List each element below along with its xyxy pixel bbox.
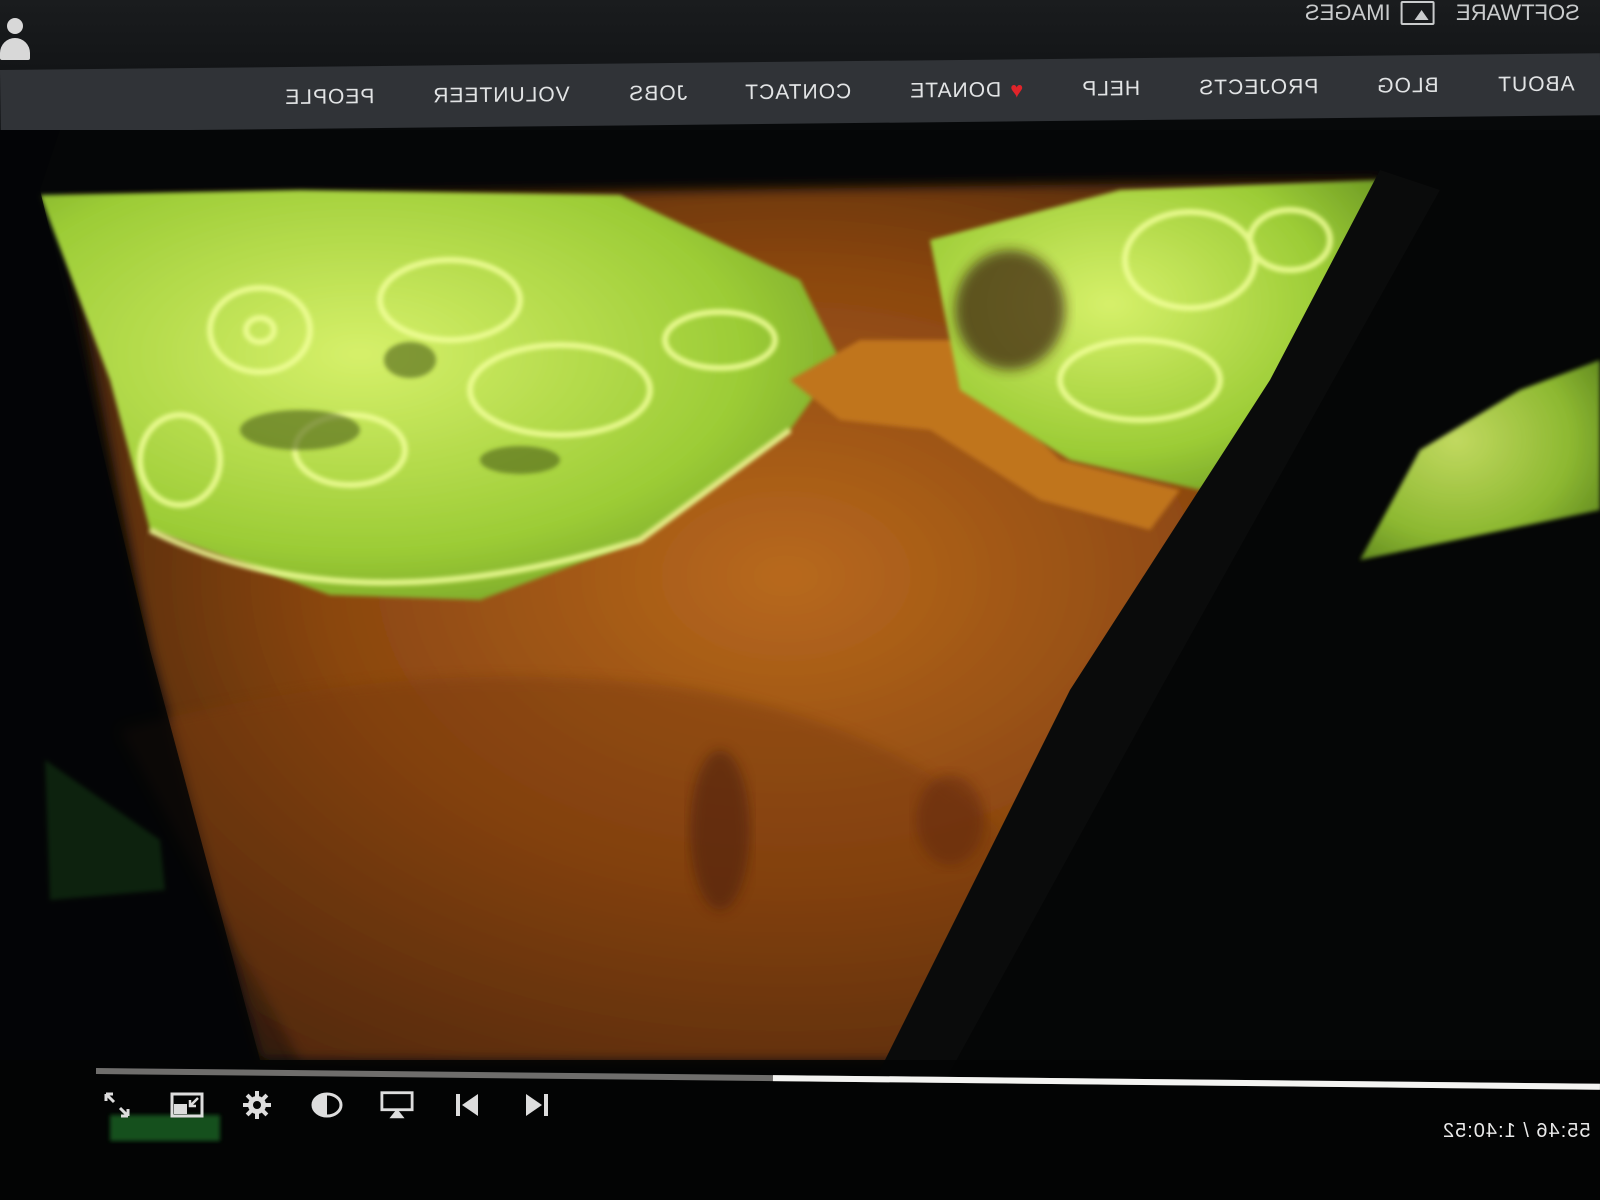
top-links: IMAGES SOFTWARE [1305,0,1580,26]
nav-item-projects[interactable]: PROJECTS [1198,75,1318,100]
main-nav: ABOUT BLOG PROJECTS HELP ♥ DONATE CONTAC… [284,54,1574,130]
airplay-icon[interactable] [380,1088,414,1122]
picture-in-picture-icon[interactable] [170,1088,204,1122]
nav-item-jobs[interactable]: JOBS [628,82,687,107]
top-link-images[interactable]: IMAGES [1305,0,1435,26]
nav-item-label: ABOUT [1496,72,1575,97]
nav-item-label: VOLUNTEER [432,83,571,108]
heart-icon: ♥ [1009,77,1024,103]
previous-icon[interactable] [450,1088,484,1122]
nav-item-label: JOBS [627,81,687,106]
user-icon[interactable] [0,18,30,62]
nav-item-label: DONATE [909,78,1002,103]
nav-item-blog[interactable]: BLOG [1376,74,1439,99]
nav-item-donate[interactable]: ♥ DONATE [910,77,1024,104]
nav-item-label: HELP [1081,77,1141,101]
contrast-icon[interactable] [310,1088,344,1122]
nav-item-contact[interactable]: CONTACT [745,80,852,105]
nav-item-help[interactable]: HELP [1082,77,1141,102]
nav-item-volunteer[interactable]: VOLUNTEER [432,83,570,108]
top-link-software[interactable]: SOFTWARE [1456,0,1580,26]
image-icon [1400,1,1435,25]
nav-item-label: BLOG [1376,73,1440,98]
video-player[interactable]: 55:46 / 1:40:52 [0,130,1600,1200]
time-display: 55:46 / 1:40:52 [1441,1120,1590,1142]
player-controls [100,1088,554,1122]
nav-item-about[interactable]: ABOUT [1497,73,1575,98]
video-frame [0,130,1600,1200]
top-link-software-label: SOFTWARE [1456,0,1580,25]
next-icon[interactable] [520,1088,554,1122]
top-link-images-label: IMAGES [1304,0,1391,25]
nav-item-people[interactable]: PEOPLE [284,85,374,110]
settings-gear-icon[interactable] [240,1088,274,1122]
nav-item-label: PEOPLE [284,85,375,110]
nav-item-label: CONTACT [744,80,852,105]
nav-item-label: PROJECTS [1198,75,1319,100]
fullscreen-icon[interactable] [100,1088,134,1122]
